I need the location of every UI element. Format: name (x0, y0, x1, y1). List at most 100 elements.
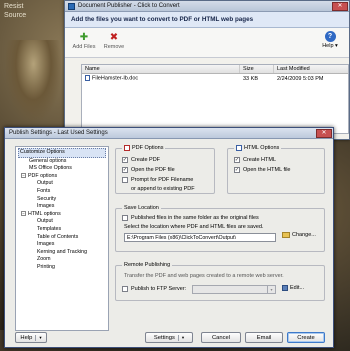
tree-item-pdf-options[interactable]: − PDF options (18, 173, 106, 181)
same-folder-label: Published files in the same folder as th… (131, 215, 259, 221)
add-files-label: Add Files (72, 44, 96, 50)
create-pdf-label: Create PDF (131, 157, 161, 163)
email-button[interactable]: Email (245, 332, 283, 343)
tree-item-html-templates[interactable]: Templates (18, 226, 106, 234)
ps-close-button[interactable]: ✕ (316, 128, 332, 138)
create-button[interactable]: Create (287, 332, 325, 343)
collapse-icon[interactable]: − (21, 210, 26, 216)
file-modified-cell: 2/24/2009 5:03 PM (277, 75, 324, 82)
html-icon (236, 145, 242, 151)
create-html-checkbox[interactable]: ✓ Create HTML (234, 157, 276, 163)
desktop-text-line: Resist (4, 3, 24, 10)
tree-item-pdf-fonts[interactable]: Fonts (18, 188, 106, 196)
ps-titlebar[interactable]: Publish Settings - Last Used Settings ✕ (5, 128, 333, 139)
file-list-table[interactable]: Name Size Last Modified FileHamster-lb.d… (81, 64, 349, 134)
ftp-label: Publish to FTP Server: (131, 286, 187, 292)
checkbox-unchecked[interactable] (122, 286, 128, 292)
publish-ftp-checkbox[interactable]: Publish to FTP Server: (122, 286, 186, 292)
options-tree[interactable]: Customize Options General options MS Off… (15, 146, 109, 331)
dp-toolbar: ✚ Add Files ✖ Remove ? Help ▾ (65, 28, 349, 58)
create-html-label: Create HTML (243, 157, 277, 163)
create-pdf-checkbox[interactable]: ✓ Create PDF (122, 157, 160, 163)
checkbox-unchecked[interactable] (122, 177, 128, 183)
pdf-icon (124, 145, 130, 151)
folder-icon (282, 232, 290, 238)
same-folder-checkbox[interactable]: Published files in the same folder as th… (122, 215, 259, 221)
document-publisher-window: Document Publisher - Click to Convert ✕ … (64, 0, 350, 140)
dp-help-label: Help (322, 43, 334, 49)
chevron-down-icon: ▾ (267, 286, 275, 293)
tree-item-pdf-images[interactable]: Images (18, 203, 106, 211)
settings-label: Settings (153, 334, 175, 341)
tree-item-general-options[interactable]: General options (18, 158, 106, 166)
open-pdf-checkbox[interactable]: ✓ Open the PDF file (122, 167, 175, 173)
remove-button[interactable]: ✖ Remove (101, 31, 127, 55)
tree-item-customize-options[interactable]: Customize Options (18, 148, 106, 158)
open-html-checkbox[interactable]: ✓ Open the HTML file (234, 167, 290, 173)
checkbox-checked[interactable]: ✓ (122, 157, 128, 163)
dp-titlebar[interactable]: Document Publisher - Click to Convert ✕ (65, 1, 349, 12)
dp-window-title: Document Publisher - Click to Convert (78, 3, 180, 9)
remote-description: Transfer the PDF and web pages created t… (124, 273, 284, 279)
document-icon (85, 75, 90, 82)
dp-help-button[interactable]: ? Help ▾ (319, 31, 341, 55)
tree-label: HTML options (28, 210, 61, 217)
checkbox-checked[interactable]: ✓ (234, 157, 240, 163)
tree-item-pdf-security[interactable]: Security (18, 196, 106, 204)
column-header-modified[interactable]: Last Modified (274, 65, 348, 73)
prompt-pdf-filename-checkbox[interactable]: Prompt for PDF Filename (122, 177, 193, 183)
save-path-input[interactable]: E:\Program Files (x86)\ClickToConvert\Ou… (124, 233, 276, 242)
ftp-edit-button[interactable]: Edit... (282, 285, 304, 291)
change-location-button[interactable]: Change... (282, 232, 316, 238)
help-icon: ? (324, 31, 336, 42)
cancel-button[interactable]: Cancel (201, 332, 241, 343)
checkbox-checked[interactable]: ✓ (234, 167, 240, 173)
desktop-text: Resist Source (4, 2, 26, 20)
add-files-button[interactable]: ✚ Add Files (71, 31, 97, 55)
chevron-down-icon: ▾ (335, 43, 338, 49)
tree-item-html-kerning[interactable]: Kerning and Tracking (18, 249, 106, 257)
tree-item-html-zoom[interactable]: Zoom (18, 256, 106, 264)
tree-label: PDF options (28, 172, 58, 179)
desktop-text-line: Source (4, 12, 27, 19)
tree-item-html-options[interactable]: − HTML options (18, 211, 106, 219)
collapse-icon[interactable]: − (21, 172, 26, 178)
desktop-figure (6, 40, 61, 120)
table-row[interactable]: FileHamster-lb.doc 33 KB 2/24/2009 5:03 … (82, 74, 348, 83)
remote-publishing-group: Remote Publishing Transfer the PDF and w… (115, 262, 325, 301)
checkbox-checked[interactable]: ✓ (122, 167, 128, 173)
ps-help-label: Help (20, 334, 33, 341)
change-label: Change... (292, 232, 316, 238)
checkbox-unchecked[interactable] (122, 215, 128, 221)
pdf-options-title: PDF Options (122, 145, 166, 151)
tree-item-html-output[interactable]: Output (18, 218, 106, 226)
tree-item-pdf-output[interactable]: Output (18, 180, 106, 188)
remove-label: Remove (103, 44, 125, 50)
ps-help-button[interactable]: Help ▾ (15, 332, 47, 343)
dp-close-button[interactable]: ✕ (332, 1, 348, 11)
app-icon (68, 2, 75, 10)
ftp-server-select[interactable]: ▾ (192, 285, 276, 294)
html-options-label: HTML Options (244, 145, 280, 151)
save-location-group: Save Location Published files in the sam… (115, 205, 325, 252)
tree-item-ms-office-options[interactable]: MS Office Options (18, 165, 106, 173)
dp-instructions-header: Add the files you want to convert to PDF… (65, 12, 349, 28)
append-pdf-label: or append to existing PDF (131, 186, 195, 192)
red-x-icon: ✖ (109, 32, 119, 43)
settings-button[interactable]: Settings ▾ (145, 332, 193, 343)
chevron-down-icon: ▾ (177, 334, 184, 341)
file-size-cell: 33 KB (243, 75, 258, 82)
tree-item-html-toc[interactable]: Table of Contents (18, 234, 106, 242)
html-options-title: HTML Options (234, 145, 282, 151)
pdf-options-group: PDF Options ✓ Create PDF ✓ Open the PDF fi… (115, 145, 215, 194)
html-options-group: HTML Options ✓ Create HTML ✓ Open the HTML… (227, 145, 325, 194)
select-location-text: Select the location where PDF and HTML f… (124, 224, 264, 230)
chevron-down-icon: ▾ (35, 334, 42, 341)
tree-item-html-images[interactable]: Images (18, 241, 106, 249)
pdf-options-label: PDF Options (132, 145, 164, 151)
tree-item-html-printing[interactable]: Printing (18, 264, 106, 272)
column-header-size[interactable]: Size (240, 65, 274, 73)
open-pdf-label: Open the PDF file (131, 167, 175, 173)
ps-window-title: Publish Settings - Last Used Settings (9, 130, 108, 136)
column-header-name[interactable]: Name (82, 65, 240, 73)
